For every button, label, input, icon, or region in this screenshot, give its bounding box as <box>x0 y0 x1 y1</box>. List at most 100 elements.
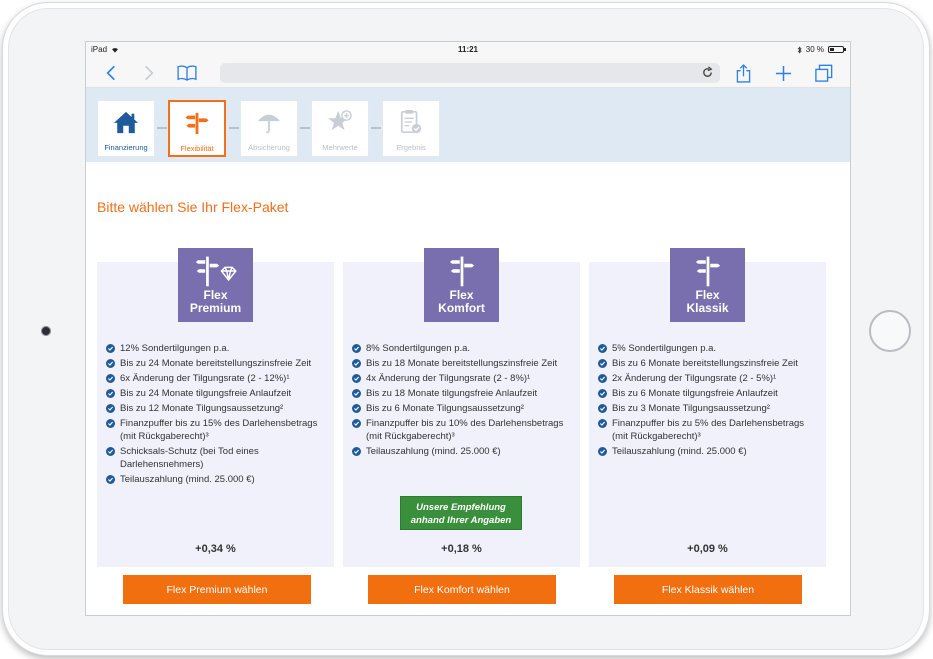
feature-item: Bis zu 24 Monate tilgungsfreie Anlaufzei… <box>106 387 328 400</box>
package-name-suffix: Premium <box>189 301 242 315</box>
share-icon <box>736 63 750 83</box>
feature-item: Finanzpuffer bis zu 5% des Darlehensbetr… <box>598 417 820 443</box>
check-icon <box>598 404 607 413</box>
home-button[interactable] <box>869 310 911 352</box>
step-separator <box>157 127 167 129</box>
rate-surcharge: +0,09 % <box>687 543 728 555</box>
feature-item: Bis zu 18 Monate bereitstellungszinsfrei… <box>352 357 574 370</box>
feature-list: 12% Sondertilgungen p.a. Bis zu 24 Monat… <box>106 342 328 488</box>
check-icon <box>598 359 607 368</box>
feature-item: Teilauszahlung (mind. 25.000 €) <box>106 473 328 486</box>
back-button[interactable] <box>100 62 122 84</box>
choose-komfort-button[interactable]: Flex Komfort wählen <box>368 575 556 604</box>
check-icon <box>598 447 607 456</box>
feature-item: Bis zu 6 Monate tilgungsfreie Anlaufzeit <box>598 387 820 400</box>
choose-premium-button[interactable]: Flex Premium wählen <box>123 575 311 604</box>
battery-icon <box>828 46 846 53</box>
step-separator <box>229 127 239 129</box>
book-icon <box>177 65 197 81</box>
house-icon <box>114 111 138 134</box>
battery-percent: 30 % <box>805 45 824 54</box>
check-icon <box>106 344 115 353</box>
signpost-icon <box>185 112 209 135</box>
screen: iPad 11:21 30 % Finanzierung Flexibilitä… <box>85 41 851 616</box>
feature-item: Bis zu 24 Monate bereitstellungszinsfrei… <box>106 357 328 370</box>
feature-item: Bis zu 12 Monate Tilgungsaussetzung² <box>106 402 328 415</box>
check-icon <box>598 374 607 383</box>
step-mehrwerte[interactable]: Mehrwerte <box>311 100 369 157</box>
feature-item: Bis zu 6 Monate Tilgungsaussetzung² <box>352 402 574 415</box>
browser-toolbar <box>86 58 850 88</box>
check-icon <box>352 447 361 456</box>
clipboard-check-icon <box>400 110 422 134</box>
new-tab-button[interactable] <box>772 62 794 84</box>
package-badge: Flex Premium <box>178 248 253 322</box>
chevron-left-icon <box>106 65 115 81</box>
feature-item: Bis zu 18 Monate tilgungsfreie Anlaufzei… <box>352 387 574 400</box>
chevron-right-icon <box>145 65 154 81</box>
tabs-button[interactable] <box>813 62 835 84</box>
forward-button[interactable] <box>138 62 160 84</box>
check-icon <box>598 419 607 428</box>
package-card-komfort: Flex Komfort 8% Sondertilgungen p.a. Bis… <box>343 248 580 567</box>
feature-item: Teilauszahlung (mind. 25.000 €) <box>352 445 574 458</box>
step-separator <box>300 127 310 129</box>
check-icon <box>352 344 361 353</box>
signpost-diamond-icon <box>195 256 237 287</box>
package-name-suffix: Komfort <box>438 301 485 315</box>
feature-item: Schicksals-Schutz (bei Tod eines Darlehe… <box>106 445 328 471</box>
feature-item: Finanzpuffer bis zu 10% des Darlehensbet… <box>352 417 574 443</box>
check-icon <box>106 447 115 456</box>
feature-list: 8% Sondertilgungen p.a. Bis zu 18 Monate… <box>352 342 574 460</box>
step-label: Finanzierung <box>104 143 148 152</box>
page-title: Bitte wählen Sie Ihr Flex-Paket <box>97 199 289 215</box>
reload-icon[interactable] <box>701 66 714 79</box>
check-icon <box>106 359 115 368</box>
check-icon <box>106 404 115 413</box>
progress-steps: Finanzierung Flexibilität Absicherung Me… <box>86 88 850 162</box>
check-icon <box>106 374 115 383</box>
check-icon <box>106 389 115 398</box>
feature-item: 6x Änderung der Tilgungsrate (2 - 12%)¹ <box>106 372 328 385</box>
address-bar[interactable] <box>220 63 720 83</box>
check-icon <box>352 404 361 413</box>
signpost-icon <box>695 256 720 287</box>
step-separator <box>371 127 381 129</box>
check-icon <box>352 389 361 398</box>
feature-list: 5% Sondertilgungen p.a. Bis zu 6 Monate … <box>598 342 820 460</box>
share-button[interactable] <box>732 62 754 84</box>
camera <box>41 326 51 336</box>
bluetooth-icon <box>797 45 802 54</box>
step-ergebnis[interactable]: Ergebnis <box>382 100 440 157</box>
tabs-icon <box>815 64 833 82</box>
step-absicherung[interactable]: Absicherung <box>240 100 298 157</box>
feature-item: Bis zu 6 Monate bereitstellungszinsfreie… <box>598 357 820 370</box>
feature-item: Finanzpuffer bis zu 15% des Darlehensbet… <box>106 417 328 443</box>
choose-klassik-button[interactable]: Flex Klassik wählen <box>614 575 802 604</box>
step-flexibilitaet[interactable]: Flexibilität <box>168 100 226 157</box>
feature-item: Bis zu 3 Monate Tilgungsaussetzung² <box>598 402 820 415</box>
feature-item: 8% Sondertilgungen p.a. <box>352 342 574 355</box>
umbrella-icon <box>257 114 281 134</box>
check-icon <box>352 419 361 428</box>
package-card-premium: Flex Premium 12% Sondertilgungen p.a. Bi… <box>97 248 334 567</box>
rate-surcharge: +0,34 % <box>195 543 236 555</box>
feature-item: Teilauszahlung (mind. 25.000 €) <box>598 445 820 458</box>
feature-item: 5% Sondertilgungen p.a. <box>598 342 820 355</box>
step-label: Flexibilität <box>180 144 214 153</box>
check-icon <box>106 475 115 484</box>
bookmarks-button[interactable] <box>176 62 198 84</box>
package-card-klassik: Flex Klassik 5% Sondertilgungen p.a. Bis… <box>589 248 826 567</box>
signpost-icon <box>449 256 474 287</box>
check-icon <box>598 344 607 353</box>
rate-surcharge: +0,18 % <box>441 543 482 555</box>
check-icon <box>598 389 607 398</box>
step-label: Absicherung <box>248 143 290 152</box>
package-cards: Flex Premium 12% Sondertilgungen p.a. Bi… <box>97 248 839 612</box>
step-finanzierung[interactable]: Finanzierung <box>97 100 155 157</box>
recommendation-badge: Unsere Empfehlung anhand Ihrer Angaben <box>400 496 522 530</box>
check-icon <box>352 359 361 368</box>
star-plus-icon <box>328 110 352 131</box>
check-icon <box>352 374 361 383</box>
status-bar: iPad 11:21 30 % <box>86 42 850 58</box>
